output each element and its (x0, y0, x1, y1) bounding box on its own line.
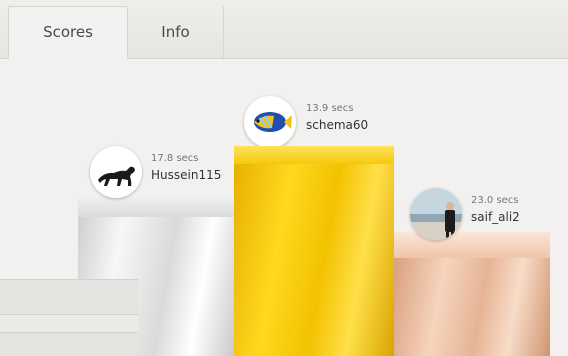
tab-info[interactable]: Info (128, 6, 224, 58)
podium-second-top (78, 193, 235, 217)
podium-third-top (394, 232, 550, 258)
first-time: 13.9 secs (306, 103, 354, 114)
first-username: schema60 (306, 118, 369, 132)
tab-bar: Scores Info (0, 0, 568, 59)
third-time: 23.0 secs (471, 195, 519, 206)
overlay-panel-row (0, 279, 138, 314)
podium-first-front (234, 164, 394, 356)
tab-scores[interactable]: Scores (8, 6, 128, 59)
podium-first-block (234, 146, 394, 356)
person-photo-icon (410, 188, 462, 240)
second-time: 17.8 secs (151, 153, 199, 164)
podium-first-top (234, 146, 394, 164)
overlay-panel-row (0, 332, 138, 356)
panther-icon (90, 146, 142, 198)
third-username: saif_ali2 (471, 210, 520, 224)
podium-third-front (394, 258, 550, 356)
podium-third-block (394, 232, 550, 356)
fish-icon (244, 96, 296, 148)
second-username: Hussein115 (151, 168, 222, 182)
